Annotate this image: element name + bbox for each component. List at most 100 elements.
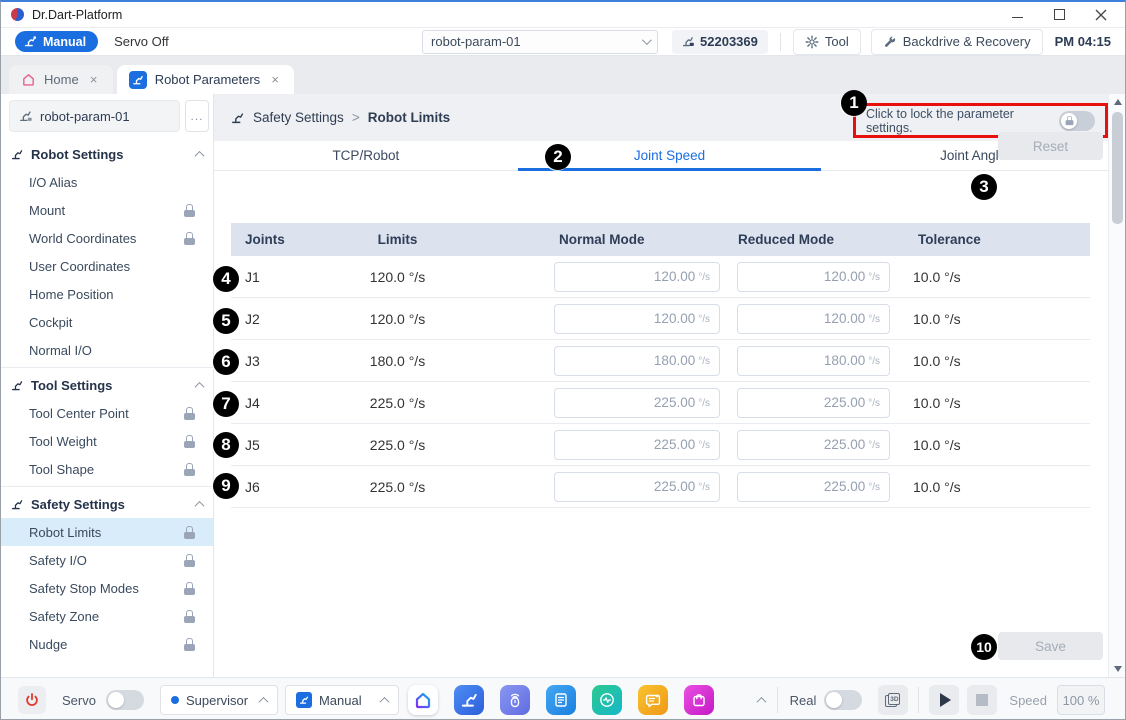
close-button[interactable]	[1095, 9, 1107, 21]
normal-mode-input[interactable]: 180.00°/s	[554, 346, 720, 376]
input-unit: °/s	[868, 480, 880, 493]
tool-button[interactable]: Tool	[793, 29, 861, 55]
reduced-mode-input[interactable]: 225.00°/s	[737, 472, 890, 502]
servo-toggle[interactable]	[106, 690, 144, 710]
joint-tolerance: 10.0 °/s	[900, 437, 1090, 453]
play-button[interactable]	[929, 685, 959, 715]
reduced-mode-input[interactable]: 180.00°/s	[737, 346, 890, 376]
annotation-badge-5: 5	[213, 308, 239, 334]
normal-mode-input[interactable]: 225.00°/s	[554, 388, 720, 418]
sidebar-item-tool-shape[interactable]: Tool Shape	[1, 455, 213, 483]
sidebar-item-cockpit[interactable]: Cockpit	[1, 308, 213, 336]
dock-robot-params-app[interactable]	[454, 685, 484, 715]
sidebar-item-mount[interactable]: Mount	[1, 196, 213, 224]
joint-limit: 120.0 °/s	[331, 269, 464, 285]
stop-button[interactable]	[967, 685, 997, 715]
speed-value-box[interactable]: 100 %	[1057, 685, 1105, 715]
robot-serial-badge[interactable]: 52203369	[672, 30, 768, 54]
tab-tcp-robot[interactable]: TCP/Robot	[214, 141, 518, 170]
annotation-badge-1: 1	[841, 90, 867, 116]
tab-home-close-icon[interactable]: ×	[87, 72, 101, 87]
item-label: Tool Weight	[29, 434, 97, 449]
limit-tabs: TCP/Robot Joint Speed Joint Angle	[214, 141, 1125, 171]
tab-home[interactable]: Home ×	[9, 65, 113, 94]
sidebar-item-safety-io[interactable]: Safety I/O	[1, 546, 213, 574]
input-value: 180.00	[824, 353, 865, 368]
maximize-button[interactable]	[1053, 9, 1065, 21]
servo-label: Servo	[62, 693, 96, 708]
section-safety-settings[interactable]: Safety Settings	[1, 490, 213, 518]
joint-limit: 225.0 °/s	[331, 437, 464, 453]
breadcrumb-parent[interactable]: Safety Settings	[253, 110, 344, 125]
normal-mode-input[interactable]: 120.00°/s	[554, 304, 720, 334]
sidebar-item-safety-zone[interactable]: Safety Zone	[1, 602, 213, 630]
input-value: 120.00	[654, 311, 695, 326]
reset-button[interactable]: Reset	[998, 132, 1103, 160]
input-unit: °/s	[868, 354, 880, 367]
save-button[interactable]: Save	[998, 632, 1103, 660]
power-icon	[24, 692, 40, 708]
section-tool-settings[interactable]: Tool Settings	[1, 371, 213, 399]
reduced-mode-input[interactable]: 120.00°/s	[737, 304, 890, 334]
sidebar-preset-box[interactable]: robot-param-01	[9, 100, 180, 132]
joint-limit: 225.0 °/s	[331, 479, 464, 495]
normal-mode-input[interactable]: 120.00°/s	[554, 262, 720, 292]
lock-parameters-toggle[interactable]	[1059, 111, 1095, 131]
reduced-mode-input[interactable]: 225.00°/s	[737, 430, 890, 460]
backdrive-recovery-button[interactable]: Backdrive & Recovery	[871, 29, 1043, 55]
lock-icon	[184, 526, 195, 539]
user-role-select[interactable]: Supervisor	[160, 685, 278, 715]
dock-monitoring-app[interactable]	[592, 685, 622, 715]
normal-mode-input[interactable]: 225.00°/s	[554, 472, 720, 502]
table-row-j2: J2 120.0 °/s 120.00°/s 120.00°/s 10.0 °/…	[231, 298, 1090, 340]
vertical-scrollbar[interactable]	[1108, 94, 1125, 677]
sidebar-item-normal-io[interactable]: Normal I/O	[1, 336, 213, 364]
sidebar-item-robot-limits[interactable]: Robot Limits	[1, 518, 213, 546]
input-value: 180.00	[654, 353, 695, 368]
robot-preset-select[interactable]: robot-param-01	[422, 30, 658, 54]
table-row-j4: J4 225.0 °/s 225.00°/s 225.00°/s 10.0 °/…	[231, 382, 1090, 424]
power-button[interactable]	[18, 686, 46, 714]
lock-icon	[184, 463, 195, 476]
remote-pendant-icon	[506, 691, 524, 709]
dock-home-app[interactable]	[408, 685, 438, 715]
reduced-mode-input[interactable]: 225.00°/s	[737, 388, 890, 418]
tab-robot-parameters[interactable]: Robot Parameters ×	[117, 65, 295, 94]
robot-arm-icon	[11, 148, 24, 161]
manual-mode-button[interactable]: Manual	[15, 31, 98, 52]
dock-remote-app[interactable]	[500, 685, 530, 715]
col-joints: Joints	[231, 232, 331, 247]
dock-document-app[interactable]	[546, 685, 576, 715]
tab-robot-parameters-close-icon[interactable]: ×	[268, 72, 282, 87]
sidebar-item-tool-weight[interactable]: Tool Weight	[1, 427, 213, 455]
sidebar-item-safety-stop-modes[interactable]: Safety Stop Modes	[1, 574, 213, 602]
dock-divider	[918, 687, 919, 713]
scroll-down-button[interactable]	[1109, 661, 1126, 677]
reduced-mode-input[interactable]: 120.00°/s	[737, 262, 890, 292]
lock-icon	[184, 610, 195, 623]
sidebar-item-user-coordinates[interactable]: User Coordinates	[1, 252, 213, 280]
joint-limit: 180.0 °/s	[331, 353, 464, 369]
sidebar-item-home-position[interactable]: Home Position	[1, 280, 213, 308]
sidebar-more-button[interactable]: ...	[185, 100, 209, 132]
dock-expand-chevron-icon[interactable]	[756, 696, 766, 706]
scrollbar-thumb[interactable]	[1112, 112, 1123, 224]
scroll-up-button[interactable]	[1109, 94, 1126, 110]
normal-mode-input[interactable]: 225.00°/s	[554, 430, 720, 460]
dock-store-app[interactable]	[684, 685, 714, 715]
sidebar-item-world-coordinates[interactable]: World Coordinates	[1, 224, 213, 252]
pulse-monitor-icon	[598, 691, 616, 709]
breadcrumb: Safety Settings > Robot Limits	[231, 110, 450, 125]
mode-select[interactable]: Manual	[285, 685, 399, 715]
section-robot-settings[interactable]: Robot Settings	[1, 140, 213, 168]
sidebar-item-io-alias[interactable]: I/O Alias	[1, 168, 213, 196]
real-toggle[interactable]	[824, 690, 862, 710]
minimize-button[interactable]	[1011, 9, 1023, 21]
sidebar-item-tool-center-point[interactable]: Tool Center Point	[1, 399, 213, 427]
dock-message-app[interactable]	[638, 685, 668, 715]
sidebar-item-nudge[interactable]: Nudge	[1, 630, 213, 658]
user-role-value: Supervisor	[186, 693, 248, 708]
simulator-3d-button[interactable]: 3D	[878, 685, 908, 715]
table-row-j1: J1 120.0 °/s 120.00°/s 120.00°/s 10.0 °/…	[231, 256, 1090, 298]
col-tolerance: Tolerance	[900, 232, 1090, 247]
